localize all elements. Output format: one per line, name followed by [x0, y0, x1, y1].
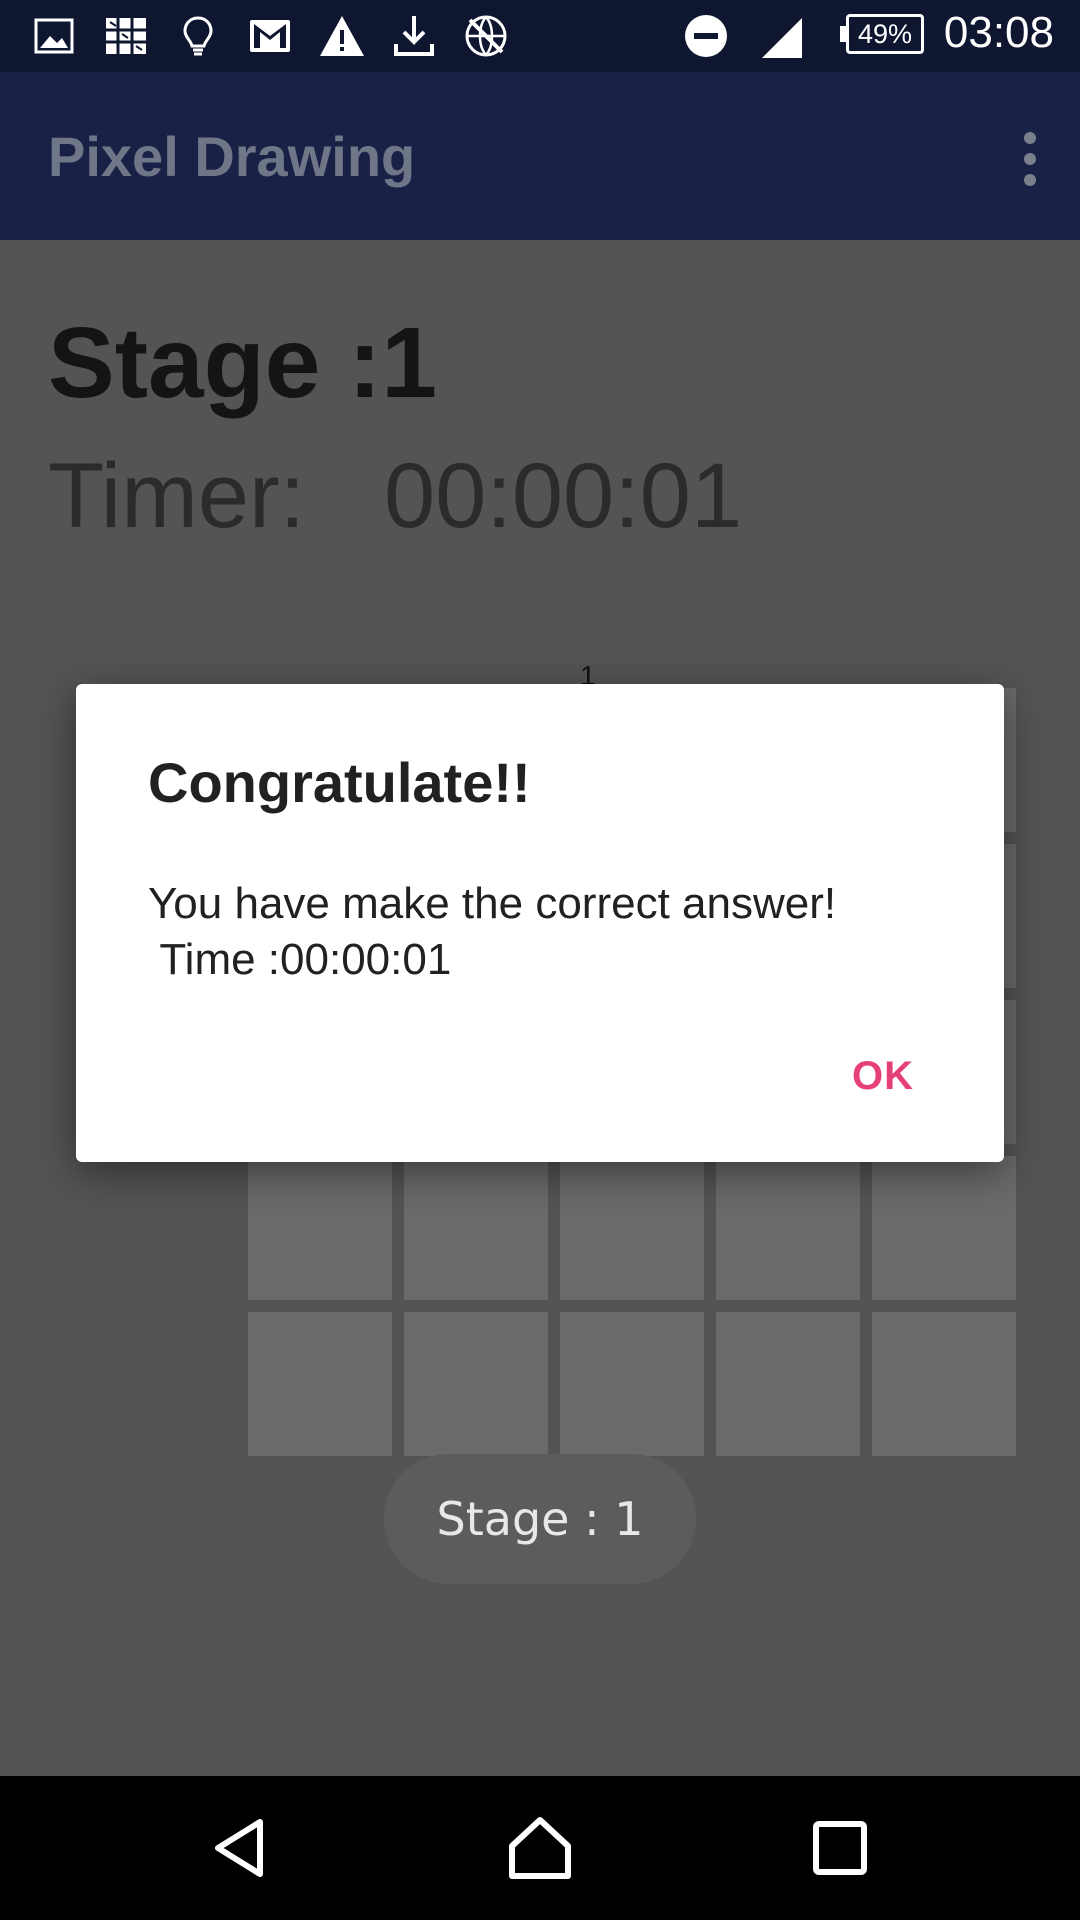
grid-cell[interactable] — [872, 1312, 1016, 1456]
navigation-bar — [0, 1776, 1080, 1920]
grid-cell[interactable] — [560, 1312, 704, 1456]
download-icon — [394, 16, 434, 56]
grid-cell[interactable] — [560, 1156, 704, 1300]
toast-message: Stage : 1 — [384, 1454, 696, 1584]
recents-icon[interactable] — [804, 1812, 876, 1884]
grid-cell[interactable] — [248, 1156, 392, 1300]
lightbulb-icon — [183, 16, 213, 56]
congratulations-dialog: Congratulate!! You have make the correct… — [76, 684, 1004, 1162]
back-icon[interactable] — [204, 1812, 276, 1884]
app-bar: Pixel Drawing — [0, 72, 1080, 240]
grid-cell[interactable] — [716, 1312, 860, 1456]
app-title: Pixel Drawing — [48, 125, 416, 188]
gmail-icon — [250, 20, 290, 52]
image-icon — [34, 18, 74, 54]
dialog-title: Congratulate!! — [148, 751, 531, 814]
grid-cell[interactable] — [404, 1156, 548, 1300]
timer-label: Timer: — [48, 445, 306, 547]
grid-app-icon — [106, 18, 146, 54]
dialog-message-line1: You have make the correct answer! — [148, 879, 837, 928]
warning-icon — [320, 16, 364, 56]
timer-value: 00:00:01 — [384, 445, 743, 547]
ok-button[interactable]: OK — [852, 1054, 914, 1099]
blocked-globe-icon — [465, 15, 507, 57]
grid-cell[interactable] — [404, 1312, 548, 1456]
grid-cell[interactable] — [248, 1312, 392, 1456]
do-not-disturb-icon — [685, 15, 727, 57]
dialog-message-line2: Time :00:00:01 — [148, 935, 452, 984]
toast-text: Stage : 1 — [436, 1492, 644, 1546]
signal-icon — [762, 18, 802, 58]
status-bar: 49% 03:08 — [0, 0, 1080, 72]
dialog-message: You have make the correct answer! Time :… — [148, 876, 836, 988]
home-icon[interactable] — [504, 1812, 576, 1884]
battery-percent: 49% — [857, 19, 913, 49]
clock: 03:08 — [943, 8, 1054, 57]
stage-heading: Stage :1 — [48, 307, 438, 419]
grid-cell[interactable] — [716, 1156, 860, 1300]
battery-indicator: 49% — [840, 14, 924, 54]
overflow-menu-icon[interactable] — [1018, 132, 1042, 186]
grid-cell[interactable] — [872, 1156, 1016, 1300]
